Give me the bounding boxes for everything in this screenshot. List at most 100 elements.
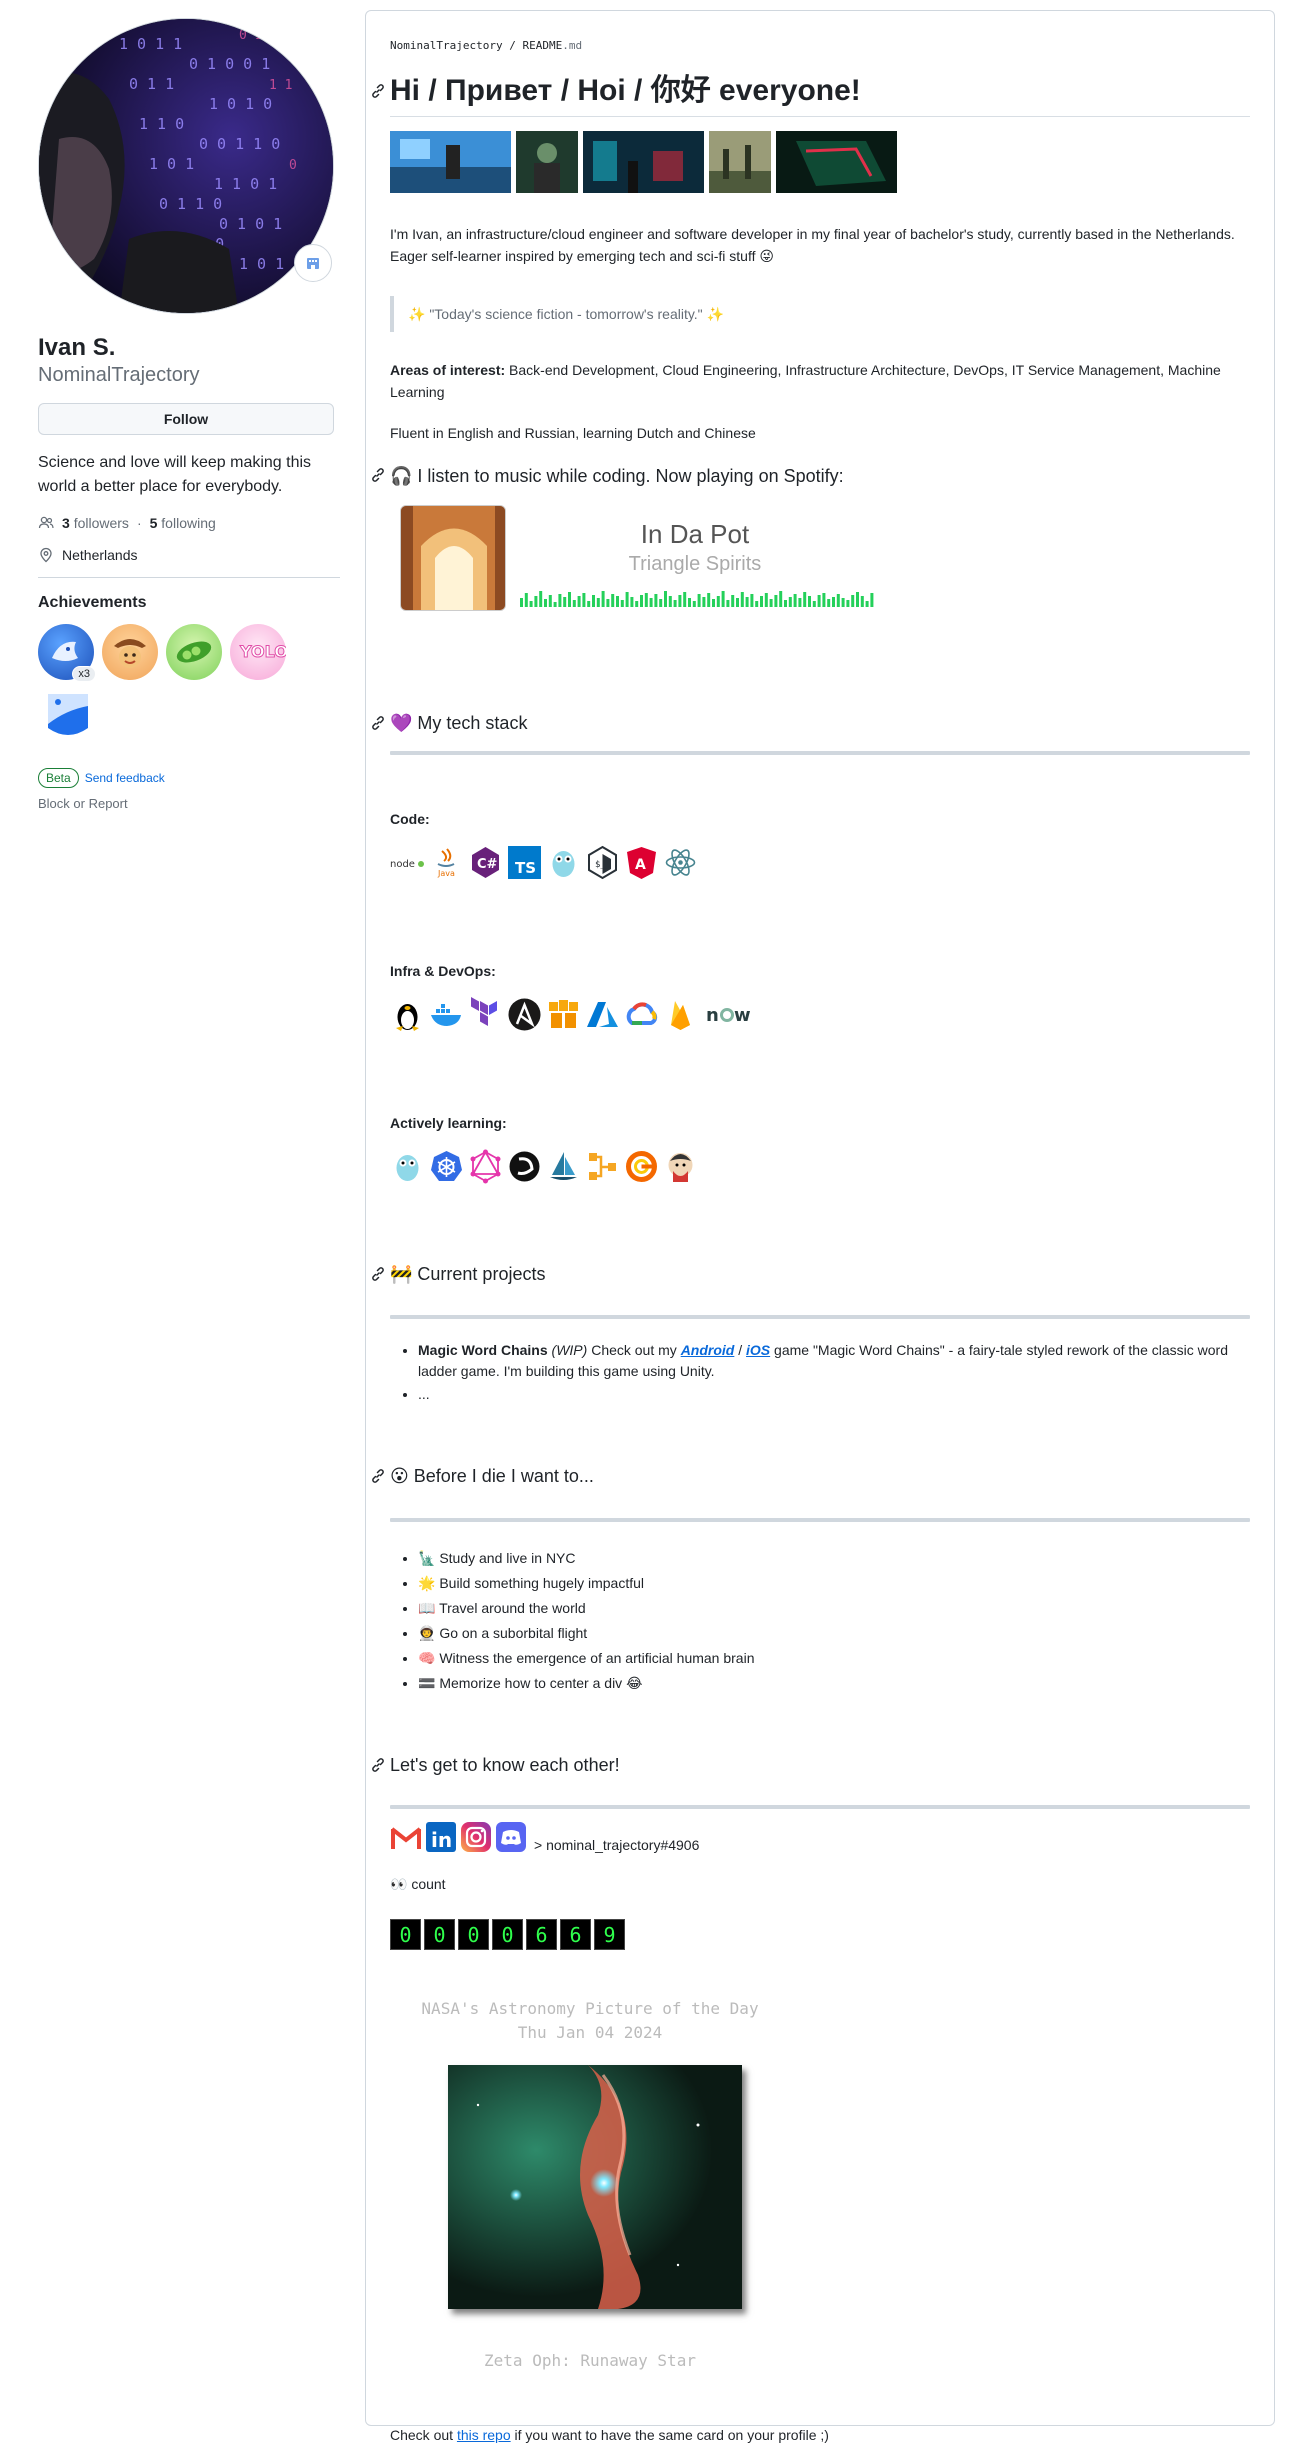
status-emoji-button[interactable] [294, 244, 332, 282]
visualizer-bar [697, 594, 701, 607]
cowboy-icon [114, 639, 146, 668]
ios-link[interactable]: iOS [746, 1342, 770, 1358]
svg-text:in: in [431, 1828, 452, 1852]
visualizer-bar [702, 597, 706, 607]
visualizer-bar [654, 594, 658, 607]
gcp-icon [624, 997, 659, 1032]
anchor-link-icon[interactable] [370, 1468, 386, 1487]
visualizer-bar [851, 595, 855, 607]
svg-text:n: n [706, 1005, 719, 1026]
visualizer-bar [664, 591, 667, 607]
visualizer-bar [750, 594, 754, 607]
location-icon [40, 547, 52, 563]
visualizer-bar [784, 600, 787, 607]
this-repo-link[interactable]: this repo [457, 2427, 511, 2443]
meta-separator: · [136, 515, 142, 531]
followers-row: 3 followers · 5 following [38, 515, 340, 531]
visualizer-bar [678, 595, 682, 607]
visualizer-bar [539, 591, 543, 607]
readme-breadcrumb: NominalTrajectory / README.md [390, 39, 582, 52]
readme-card: NominalTrajectory / README.md Hi / Приве… [365, 10, 1275, 2443]
following-link[interactable]: 5 following [150, 515, 216, 531]
dart-icon [507, 1149, 542, 1184]
followers-link[interactable]: 3 followers [62, 515, 129, 531]
anchor-link-icon[interactable] [370, 1266, 386, 1285]
anchor-link-icon[interactable] [370, 1757, 386, 1776]
svg-text:w: w [734, 1005, 751, 1026]
block-report-link[interactable]: Block or Report [38, 796, 340, 811]
go-gopher-icon [546, 845, 581, 880]
achievement-yolo[interactable]: YOLO [230, 624, 289, 680]
apod-image[interactable] [448, 2065, 742, 2309]
visualizer-bar [568, 592, 571, 607]
svg-text:TS: TS [515, 859, 536, 877]
bucket-list: 🗽 Study and live in NYC 🌟 Build somethin… [390, 1546, 1240, 1696]
counter-digit: 0 [390, 1919, 421, 1950]
anchor-link-icon[interactable] [370, 83, 386, 102]
sidebar-divider [38, 577, 340, 578]
visualizer-bar [812, 601, 816, 607]
people-icon [38, 516, 54, 529]
android-link[interactable]: Android [681, 1342, 735, 1358]
send-feedback-link[interactable]: Send feedback [85, 771, 165, 785]
discord-icon[interactable] [495, 1821, 527, 1853]
header-gifs [390, 131, 897, 193]
visualizer-bar [755, 601, 759, 607]
achievement-pair-extraordinaire[interactable] [166, 624, 222, 680]
building-icon [307, 258, 319, 269]
apod-card-heading[interactable]: NASA's Astronomy Picture of the Day Thu … [390, 1997, 790, 2045]
achievement-quickdraw[interactable] [102, 624, 158, 680]
svg-text:A: A [635, 857, 646, 873]
profile-login: NominalTrajectory [38, 364, 200, 386]
visualizer-bar [846, 600, 850, 607]
album-cover [400, 505, 506, 611]
bash-icon: $_ [585, 845, 620, 880]
apod-date: Thu Jan 04 2024 [517, 2023, 663, 2042]
areas-text: Back-end Development, Cloud Engineering,… [390, 362, 1221, 400]
svg-text:1 0 1 0: 1 0 1 0 [209, 95, 272, 113]
helm-icon [546, 1149, 581, 1184]
breadcrumb-sep: / [502, 39, 523, 52]
visualizer-bar [688, 598, 691, 607]
project-wip: (WIP) [547, 1342, 588, 1358]
visualizer-bar [740, 592, 744, 607]
gmail-icon[interactable] [390, 1821, 422, 1853]
electron-icon [663, 845, 698, 880]
breadcrumb-owner[interactable]: NominalTrajectory [390, 39, 503, 52]
anchor-link-icon[interactable] [370, 715, 386, 734]
aws-icon [546, 997, 581, 1032]
profile-name: Ivan S. [38, 334, 116, 361]
follow-button[interactable]: Follow [38, 403, 334, 435]
counter-digit: 0 [492, 1919, 523, 1950]
visualizer-bar [640, 595, 643, 607]
csharp-icon: C# [468, 845, 503, 880]
counter-digit: 0 [424, 1919, 455, 1950]
profile-bio: Science and love will keep making this w… [38, 454, 312, 495]
bucket-list-heading: 😮 Before I die I want to... [390, 1466, 594, 1486]
achievement-pull-shark[interactable]: x3 [38, 624, 96, 682]
visualizer-bar [774, 595, 778, 607]
svg-text:0 0 1 1 0: 0 0 1 1 0 [199, 135, 280, 153]
avatar[interactable]: 1 0 1 1 0 1 0 0 1 0 1 1 1 0 1 0 1 1 0 0 0 1… [38, 18, 334, 314]
location-row: Netherlands [38, 547, 340, 563]
firebase-icon [663, 997, 698, 1032]
tech-stack-heading: 💜 My tech stack [390, 713, 528, 733]
typescript-icon: TS [507, 845, 542, 880]
graphql-icon [468, 1149, 503, 1184]
projects-list: Magic Word Chains (WIP) Check out my And… [390, 1340, 1240, 1405]
svg-text:1 1 0: 1 1 0 [139, 115, 184, 133]
yolo-icon: YOLO [239, 642, 289, 662]
learning-label: Actively learning: [390, 1115, 507, 1131]
linkedin-icon[interactable]: in [425, 1821, 457, 1853]
breadcrumb-file[interactable]: README [522, 39, 562, 52]
learning-icons [390, 1149, 698, 1184]
achievement-arctic-code-vault[interactable] [40, 688, 96, 744]
anchor-link-icon[interactable] [370, 467, 386, 486]
visualizer-bar [779, 591, 783, 607]
visualizer-bar [745, 597, 749, 607]
instagram-icon[interactable] [460, 1821, 492, 1853]
go-gopher-icon [390, 1149, 425, 1184]
languages-paragraph: Fluent in English and Russian, learning … [390, 425, 756, 441]
visualizer-bar [644, 593, 648, 607]
spotify-now-playing-card[interactable]: In Da Pot Triangle Spirits [400, 505, 890, 621]
